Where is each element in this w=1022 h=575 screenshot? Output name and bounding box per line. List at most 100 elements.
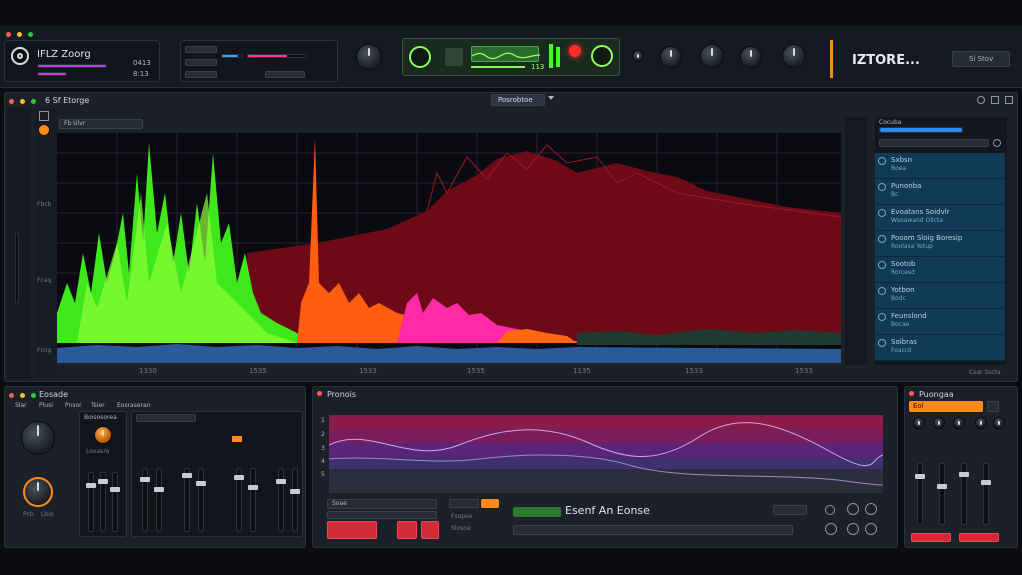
mini-field[interactable]: Eol xyxy=(909,401,983,412)
close-dot-icon[interactable] xyxy=(9,99,14,104)
list-item[interactable]: Pooom Sloig Boresip Roolasa Yetup xyxy=(875,231,1005,257)
mixer-tab-3[interactable]: Pnsor xyxy=(65,402,82,409)
brand-action-button[interactable]: Si Stov xyxy=(952,51,1010,67)
mode-orange-button[interactable] xyxy=(481,499,499,508)
tool-icon-e[interactable] xyxy=(865,523,877,535)
wrench-icon[interactable] xyxy=(825,505,835,515)
value-field[interactable] xyxy=(773,505,807,515)
strip-fader-5[interactable] xyxy=(234,468,244,532)
list-item[interactable]: Punonba Bc xyxy=(875,179,1005,205)
record-icon[interactable] xyxy=(569,45,581,57)
mixer-tab-2[interactable]: Plusi xyxy=(39,402,53,409)
strip-fader-3[interactable] xyxy=(182,468,192,532)
record-arm-button[interactable] xyxy=(327,521,377,539)
macro-knob-2[interactable] xyxy=(700,44,724,68)
close-dot-icon[interactable] xyxy=(6,32,11,37)
power-icon[interactable] xyxy=(409,46,431,68)
mode-button[interactable] xyxy=(449,499,479,508)
list-item[interactable]: Evoatans Soidvlr Wsoawand Ollcta xyxy=(875,205,1005,231)
list-item[interactable]: Sxbsn Boea xyxy=(875,153,1005,179)
list-item[interactable]: Yotbon Bodc xyxy=(875,283,1005,309)
mini-red-button-1[interactable] xyxy=(911,533,951,542)
list-item[interactable]: Feunslond Bocae xyxy=(875,309,1005,335)
option-button-3[interactable] xyxy=(185,71,217,78)
analyzer-center-tab[interactable]: Posrobtoe xyxy=(491,94,545,106)
fx-knob[interactable] xyxy=(94,426,112,444)
mixer-tab-1[interactable]: Slar xyxy=(15,402,27,409)
master-knob[interactable] xyxy=(21,421,55,455)
option-button-1[interactable] xyxy=(185,46,217,53)
mixer-tab-5[interactable]: Eosraseran xyxy=(117,402,151,409)
mini-fader-2[interactable] xyxy=(937,463,947,525)
list-item[interactable]: Soibras Foacrd xyxy=(875,335,1005,361)
red-button-3[interactable] xyxy=(421,521,439,539)
fx-fader-2[interactable] xyxy=(98,472,108,532)
left-field-1[interactable]: Soae xyxy=(327,499,437,509)
macro-knob-4[interactable] xyxy=(782,44,806,68)
strip-header[interactable] xyxy=(136,414,196,422)
chevron-down-icon[interactable] xyxy=(548,96,554,100)
strip-fader-7[interactable] xyxy=(276,468,286,532)
minimize-dot-icon[interactable] xyxy=(19,393,25,398)
macro-knob-1[interactable] xyxy=(660,46,682,68)
settings-icon[interactable] xyxy=(977,96,985,104)
strip-fader-8[interactable] xyxy=(290,468,300,532)
zoom-dot-icon[interactable] xyxy=(30,393,36,398)
spectrum-plot[interactable] xyxy=(57,133,841,363)
macro-knob-3[interactable] xyxy=(740,46,762,68)
tool-icon-orange[interactable] xyxy=(39,125,49,135)
strip-fader-4[interactable] xyxy=(196,468,206,532)
automation-lanes[interactable] xyxy=(329,415,883,493)
restore-icon[interactable] xyxy=(991,96,999,104)
close-dot-icon[interactable] xyxy=(9,393,14,398)
mini-knob-4[interactable] xyxy=(975,417,987,429)
list-item[interactable]: Sootob Rorcesd xyxy=(875,257,1005,283)
mini-knob-1[interactable] xyxy=(913,417,925,429)
option-button-2[interactable] xyxy=(185,59,217,66)
mini-knob-2[interactable] xyxy=(933,417,945,429)
strip-fader-1[interactable] xyxy=(140,468,150,532)
pan-knob[interactable] xyxy=(632,50,644,62)
tool-icon-c[interactable] xyxy=(825,523,837,535)
mini-fader-3[interactable] xyxy=(959,463,969,525)
mini-red-button-2[interactable] xyxy=(959,533,999,542)
zoom-dot-icon[interactable] xyxy=(30,99,36,104)
status-bar[interactable] xyxy=(513,525,793,535)
option-button-4[interactable] xyxy=(265,71,305,78)
level-meter-a[interactable] xyxy=(37,64,107,68)
mini-knob-3[interactable] xyxy=(953,417,965,429)
automation-close-icon[interactable] xyxy=(317,391,322,396)
meter-dial-icon[interactable] xyxy=(591,45,613,67)
mini-fader-4[interactable] xyxy=(981,463,991,525)
param-slider-2[interactable] xyxy=(247,54,307,58)
level-meter-b[interactable] xyxy=(37,72,67,76)
mini-knob-5[interactable] xyxy=(993,417,1005,429)
red-button-2[interactable] xyxy=(397,521,417,539)
input-gain-knob[interactable] xyxy=(356,44,382,70)
strip-fader-6[interactable] xyxy=(248,468,258,532)
preset-search-bar[interactable] xyxy=(879,127,963,133)
tool-icon-document[interactable] xyxy=(39,111,49,121)
tool-icon-d[interactable] xyxy=(847,523,859,535)
param-slider-1[interactable] xyxy=(221,54,243,58)
tool-icon-b[interactable] xyxy=(865,503,877,515)
mini-close-icon[interactable] xyxy=(909,391,914,396)
strip-orange-button[interactable] xyxy=(232,436,242,442)
zoom-dot-icon[interactable] xyxy=(27,32,33,37)
output-knob[interactable] xyxy=(23,477,53,507)
mixer-tab-4[interactable]: Tsier xyxy=(91,402,105,409)
tool-icon-a[interactable] xyxy=(847,503,859,515)
strip-fader-2[interactable] xyxy=(154,468,164,532)
minimize-dot-icon[interactable] xyxy=(16,32,22,37)
fx-fader-1[interactable] xyxy=(86,472,96,532)
left-field-2[interactable] xyxy=(327,511,437,519)
window-settings-icons xyxy=(977,96,1017,106)
refresh-icon[interactable] xyxy=(993,139,1001,147)
fx-fader-3[interactable] xyxy=(110,472,120,532)
mini-chevron-button[interactable] xyxy=(987,401,999,412)
minimize-dot-icon[interactable] xyxy=(19,99,25,104)
mini-fader-1[interactable] xyxy=(915,463,925,525)
preset-filter-field[interactable] xyxy=(879,139,989,147)
filter-field[interactable]: Fb Ulvr xyxy=(59,119,143,129)
close-icon[interactable] xyxy=(1005,96,1013,104)
